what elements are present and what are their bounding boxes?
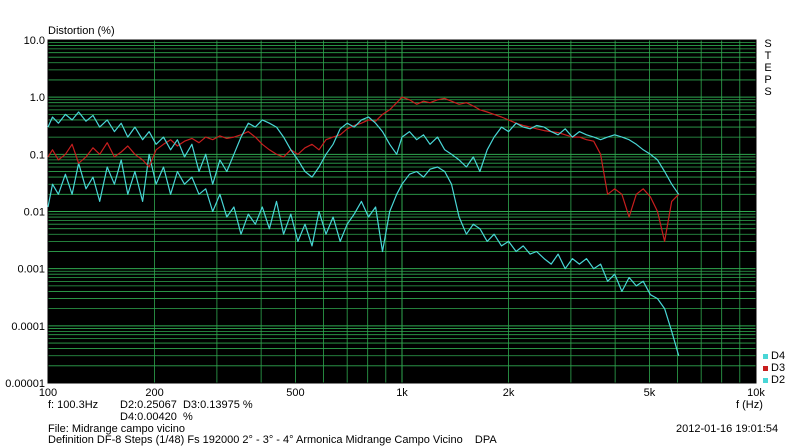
legend-item-d4[interactable]: D4: [763, 350, 785, 362]
steps-letter: E: [764, 62, 772, 74]
legend-swatch: [763, 365, 768, 371]
x-tick-label: 500: [286, 387, 304, 399]
steps-letter: T: [764, 50, 772, 62]
distortion-chart: 10.01.00.10.010.0010.00010.00001100 200 50…: [5, 35, 765, 399]
y-tick-label: 10.0: [24, 35, 45, 47]
readout-d4: D4:0.00420 %: [120, 411, 193, 423]
y-tick-label: 0.0001: [11, 321, 45, 333]
readout-frequency: f: 100.3Hz: [48, 399, 99, 411]
legend-swatch: [763, 377, 768, 383]
legend-label: D2: [771, 374, 786, 386]
readout-d2-d3: D2:0.25067 D3:0.13975 %: [120, 399, 253, 411]
legend-item-d2[interactable]: D2: [763, 374, 785, 386]
measurement-definition: Definition DF-8 Steps (1/48) Fs 192000 2…: [48, 434, 497, 446]
x-tick-label: 1k: [396, 387, 408, 399]
legend-item-d3[interactable]: D3: [763, 362, 785, 374]
x-tick-label: 2k: [503, 387, 515, 399]
x-tick-label: 5k: [644, 387, 656, 399]
steps-letter: P: [764, 74, 772, 86]
steps-letter: S: [764, 86, 772, 98]
x-tick-label: 100: [39, 387, 57, 399]
y-tick-label: 1.0: [30, 92, 45, 104]
y-tick-label: 0.1: [30, 149, 45, 161]
x-axis-label: f (Hz): [736, 399, 763, 411]
chart-title: Distortion (%): [48, 25, 115, 37]
legend-label: D3: [771, 362, 786, 374]
y-tick-label: 0.001: [17, 264, 45, 276]
steps-letter: S: [764, 38, 772, 50]
timestamp: 2012-01-16 19:01:54: [676, 423, 779, 435]
legend-label: D4: [771, 350, 786, 362]
legend-swatch: [763, 353, 768, 359]
x-tick-label: 10k: [747, 387, 765, 399]
y-tick-label: 0.01: [24, 207, 45, 219]
x-tick-label: 200: [145, 387, 163, 399]
